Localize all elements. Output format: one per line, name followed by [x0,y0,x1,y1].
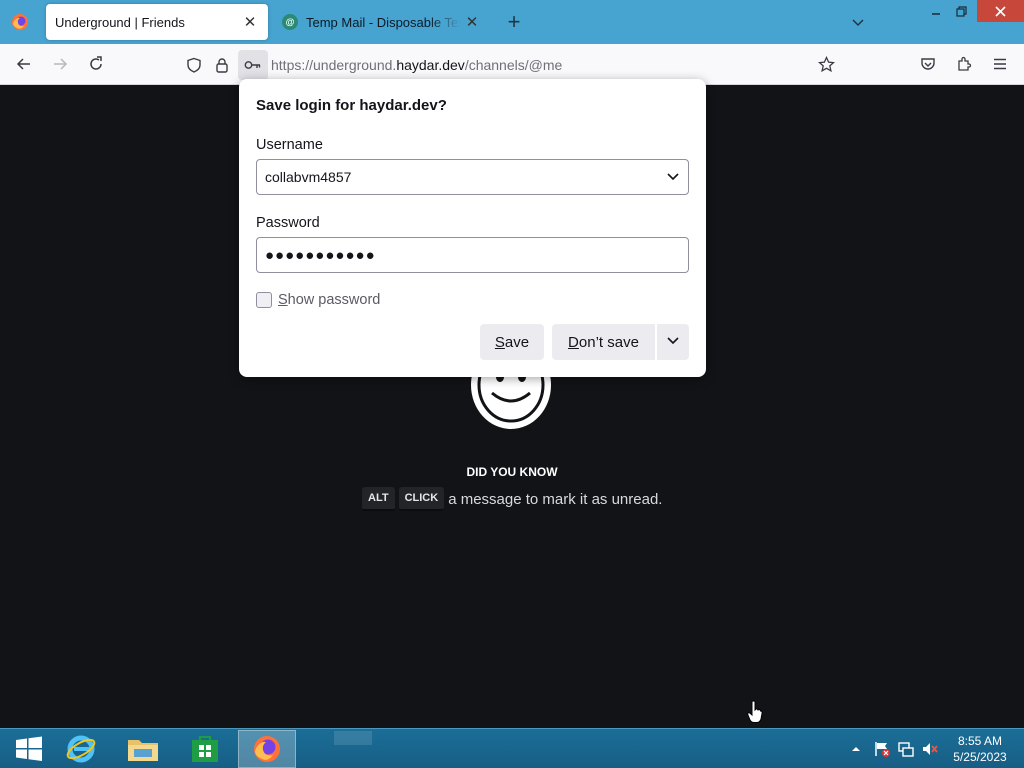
show-hidden-icons-icon[interactable] [850,729,862,768]
close-window-icon[interactable] [977,0,1024,22]
action-center-flag-icon[interactable] [873,729,891,768]
tip-line: ALT CLICK a message to mark it as unread… [362,487,662,511]
restore-icon[interactable] [946,0,976,22]
username-label: Username [256,137,323,153]
chevron-down-icon[interactable] [666,169,680,186]
volume-muted-icon[interactable] [921,729,939,768]
lock-icon[interactable] [208,51,236,79]
more-options-button[interactable] [657,324,689,360]
show-password-row[interactable]: Show password [256,292,380,308]
show-password-label: Show password [278,292,381,308]
password-value: ●●●●●●●●●●● [265,246,376,264]
back-arrow-icon[interactable] [10,50,38,78]
taskbar: 8:55 AM 5/25/2023 [0,728,1024,768]
save-button[interactable]: Save [480,324,544,360]
tip-text: a message to mark it as unread. [448,490,663,508]
close-tab-icon[interactable]: ✕ [460,10,484,34]
forward-arrow-icon[interactable] [46,50,74,78]
hand-pointer-cursor-icon [747,700,763,724]
popup-title: Save login for haydar.dev? [256,97,447,114]
username-value: collabvm4857 [265,169,352,185]
clock-date: 5/25/2023 [953,750,1007,764]
password-label: Password [256,215,320,231]
chevron-down-icon [666,333,680,351]
extensions-icon[interactable] [950,50,978,78]
tab-strip: Underground | Friends ✕ @ Temp Mail - Di… [0,0,1024,44]
file-explorer-icon[interactable] [114,730,172,768]
firefox-view-icon[interactable] [8,10,32,34]
tab-title: Temp Mail - Disposable Temporary Email [306,14,460,30]
pocket-icon[interactable] [914,50,942,78]
tab-temp-mail[interactable]: @ Temp Mail - Disposable Temporary Email… [272,4,490,40]
dont-save-button[interactable]: Don’t save [552,324,655,360]
password-field[interactable]: ●●●●●●●●●●● [256,237,689,273]
key-badge-click: CLICK [398,487,445,511]
did-you-know-heading: DID YOU KNOW [466,465,558,479]
tab-underground[interactable]: Underground | Friends ✕ [46,4,268,40]
clock-time: 8:55 AM [957,734,1003,748]
internet-explorer-icon[interactable] [52,730,110,768]
start-windows-icon[interactable] [0,730,58,768]
show-password-checkbox[interactable] [256,292,272,308]
key-icon[interactable] [238,50,268,80]
firefox-taskbar-icon[interactable] [238,730,296,768]
new-tab-icon[interactable]: + [502,9,526,34]
save-login-popup: Save login for haydar.dev? Username coll… [239,79,706,377]
url-text[interactable]: https://underground.haydar.dev/channels/… [271,57,562,73]
menu-icon[interactable] [986,50,1014,78]
key-badge-alt: ALT [362,487,395,511]
close-tab-icon[interactable]: ✕ [238,10,262,34]
tab-title: Underground | Friends [55,14,185,30]
url-bar[interactable]: https://underground.haydar.dev/channels/… [180,50,846,80]
taskbar-thumbnail-ghost [334,731,372,745]
reload-icon[interactable] [82,50,110,78]
store-icon[interactable] [176,730,234,768]
network-icon[interactable] [897,729,915,768]
system-clock[interactable]: 8:55 AM 5/25/2023 [946,733,1014,765]
chevron-down-icon[interactable] [846,10,870,34]
username-field[interactable]: collabvm4857 [256,159,689,195]
temp-mail-favicon-icon: @ [282,14,298,30]
bookmark-star-icon[interactable] [812,50,840,78]
shield-icon[interactable] [180,51,208,79]
